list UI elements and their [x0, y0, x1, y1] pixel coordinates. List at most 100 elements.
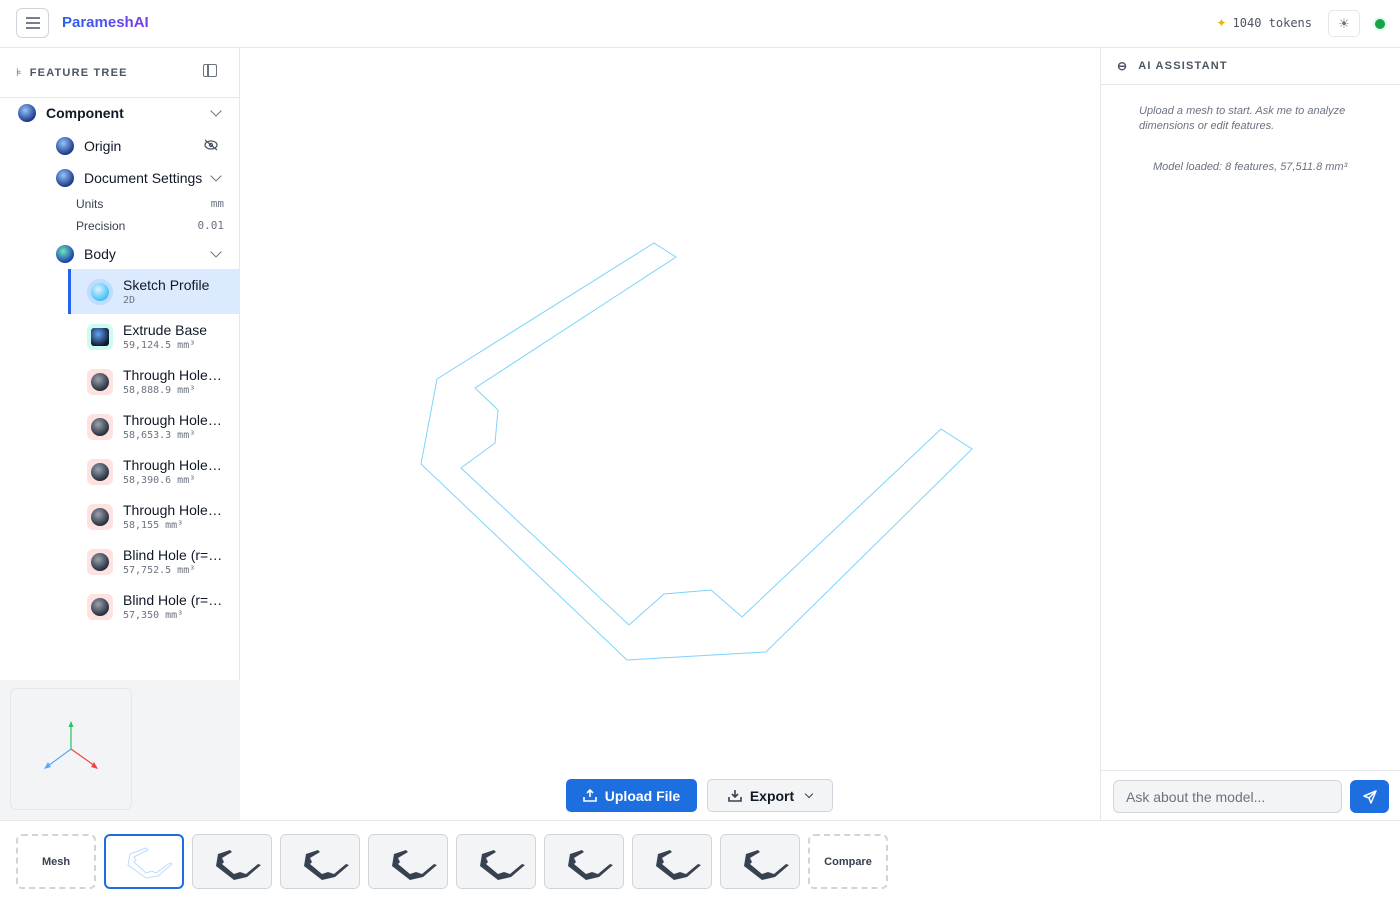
top-bar: ParameshAI ✦ 1040 tokens ☀	[0, 0, 1400, 48]
feature-tree-title: FEATURE TREE	[29, 66, 128, 79]
token-counter: ✦ 1040 tokens	[1216, 16, 1312, 30]
upload-file-button[interactable]: Upload File	[566, 779, 697, 812]
mesh-label: Mesh	[41, 855, 71, 868]
axes-icon	[44, 721, 98, 769]
part-thumbnail-icon	[480, 849, 525, 880]
feature-item[interactable]: Sketch Profile 2D	[68, 269, 239, 314]
sketch-icon	[87, 278, 113, 305]
hole-icon	[87, 458, 113, 485]
feature-item[interactable]: Through Hole (… 58,888.9 mm³	[68, 359, 239, 404]
feature-item[interactable]: Through Hole (… 58,390.6 mm³	[68, 449, 239, 494]
export-button[interactable]: Export	[707, 779, 833, 812]
hole-icon	[87, 548, 113, 575]
units-value[interactable]: mm	[211, 197, 224, 211]
assistant-input-row	[1101, 770, 1400, 820]
hole-icon	[87, 593, 113, 620]
origin-label: Origin	[84, 138, 122, 154]
feature-name: Through Hole (…	[123, 457, 223, 473]
units-row: Units mm	[76, 197, 224, 211]
body-label: Body	[84, 246, 116, 262]
model-status-message: Model loaded: 8 features, 57,511.8 mm³	[1153, 161, 1348, 173]
compare-thumbnail[interactable]: Compare	[808, 834, 888, 889]
feature-thumbnail[interactable]	[456, 834, 536, 889]
feature-sub: 57,350 mm³	[123, 610, 184, 621]
ai-assistant-panel: ⊖ AI ASSISTANT Upload a mesh to start. A…	[1100, 48, 1400, 820]
tree-icon: ⊧	[16, 67, 22, 79]
body-icon	[56, 245, 74, 263]
feature-name: Blind Hole (r=2…	[123, 592, 223, 608]
sketch-profile-outline	[420, 242, 973, 661]
feature-thumbnail[interactable]	[280, 834, 360, 889]
part-thumbnail-icon	[392, 849, 437, 880]
feature-name: Extrude Base	[123, 322, 208, 338]
theme-toggle-button[interactable]: ☀	[1328, 10, 1360, 37]
chat-input[interactable]	[1113, 780, 1342, 813]
eye-off-icon[interactable]	[204, 139, 218, 151]
feature-thumbnail[interactable]	[720, 834, 800, 889]
feature-thumbnail[interactable]	[632, 834, 712, 889]
feature-sub: 57,752.5 mm³	[123, 565, 196, 576]
tree-node-document-settings[interactable]: Document Settings	[56, 169, 240, 187]
3d-viewport[interactable]	[240, 48, 1101, 820]
hole-icon	[87, 503, 113, 530]
extrude-icon	[87, 323, 113, 350]
chevron-down-icon[interactable]	[210, 170, 222, 182]
hole-icon	[87, 413, 113, 440]
assistant-title: AI ASSISTANT	[1138, 60, 1228, 72]
mesh-thumbnail[interactable]: Mesh	[16, 834, 96, 889]
precision-row: Precision 0.01	[76, 219, 224, 233]
view-gizmo-area	[0, 680, 240, 820]
feature-sub: 2D	[123, 295, 136, 306]
chevron-down-icon	[804, 789, 814, 799]
feature-name: Sketch Profile	[123, 277, 210, 293]
feature-item[interactable]: Blind Hole (r=2… 57,752.5 mm³	[68, 539, 239, 584]
feature-item[interactable]: Blind Hole (r=2… 57,350 mm³	[68, 584, 239, 629]
tree-node-component[interactable]: Component	[18, 104, 240, 122]
axis-gizmo[interactable]	[10, 688, 132, 810]
feature-name: Blind Hole (r=2…	[123, 547, 223, 563]
feature-name: Through Hole (…	[123, 412, 223, 428]
feature-sub: 58,653.3 mm³	[123, 430, 196, 441]
chevron-down-icon[interactable]	[210, 105, 222, 117]
hamburger-icon	[25, 17, 40, 29]
chevron-down-icon[interactable]	[210, 246, 222, 258]
export-label: Export	[749, 787, 795, 804]
feature-item[interactable]: Extrude Base 59,124.5 mm³	[68, 314, 239, 359]
feature-item[interactable]: Through Hole (… 58,155 mm³	[68, 494, 239, 539]
feature-thumbnail[interactable]	[368, 834, 448, 889]
feature-thumbnail[interactable]	[192, 834, 272, 889]
tree-node-body[interactable]: Body	[56, 245, 240, 263]
download-icon	[728, 790, 742, 802]
feature-thumbnail[interactable]	[544, 834, 624, 889]
feature-sub: 59,124.5 mm³	[123, 340, 196, 351]
component-icon	[18, 104, 36, 122]
history-strip: Mesh Compare	[0, 820, 1400, 900]
part-thumbnail-icon	[744, 849, 789, 880]
bot-icon: ⊖	[1117, 59, 1129, 73]
tree-node-origin[interactable]: Origin	[56, 137, 240, 155]
sketch-thumbnail-icon	[127, 846, 173, 879]
sketch-thumbnail[interactable]	[104, 834, 184, 889]
component-label: Component	[46, 105, 124, 121]
connection-status-dot	[1375, 19, 1385, 29]
collapse-sidebar-icon[interactable]	[203, 64, 217, 77]
send-icon	[1362, 789, 1377, 804]
upload-label: Upload File	[604, 787, 681, 804]
document-settings-label: Document Settings	[84, 170, 203, 186]
part-thumbnail-icon	[216, 849, 261, 880]
precision-label: Precision	[76, 219, 126, 233]
feature-name: Through Hole (…	[123, 367, 223, 383]
send-button[interactable]	[1350, 780, 1389, 813]
sparkle-icon: ✦	[1216, 16, 1227, 30]
feature-sub: 58,390.6 mm³	[123, 475, 196, 486]
feature-sub: 58,888.9 mm³	[123, 385, 196, 396]
compare-label: Compare	[824, 855, 872, 868]
menu-button[interactable]	[16, 8, 49, 38]
part-thumbnail-icon	[656, 849, 701, 880]
origin-icon	[56, 137, 74, 155]
token-count: 1040 tokens	[1232, 16, 1312, 30]
units-label: Units	[76, 197, 104, 211]
precision-value[interactable]: 0.01	[198, 219, 225, 233]
feature-item[interactable]: Through Hole (… 58,653.3 mm³	[68, 404, 239, 449]
assistant-hint: Upload a mesh to start. Ask me to analyz…	[1139, 105, 1346, 132]
